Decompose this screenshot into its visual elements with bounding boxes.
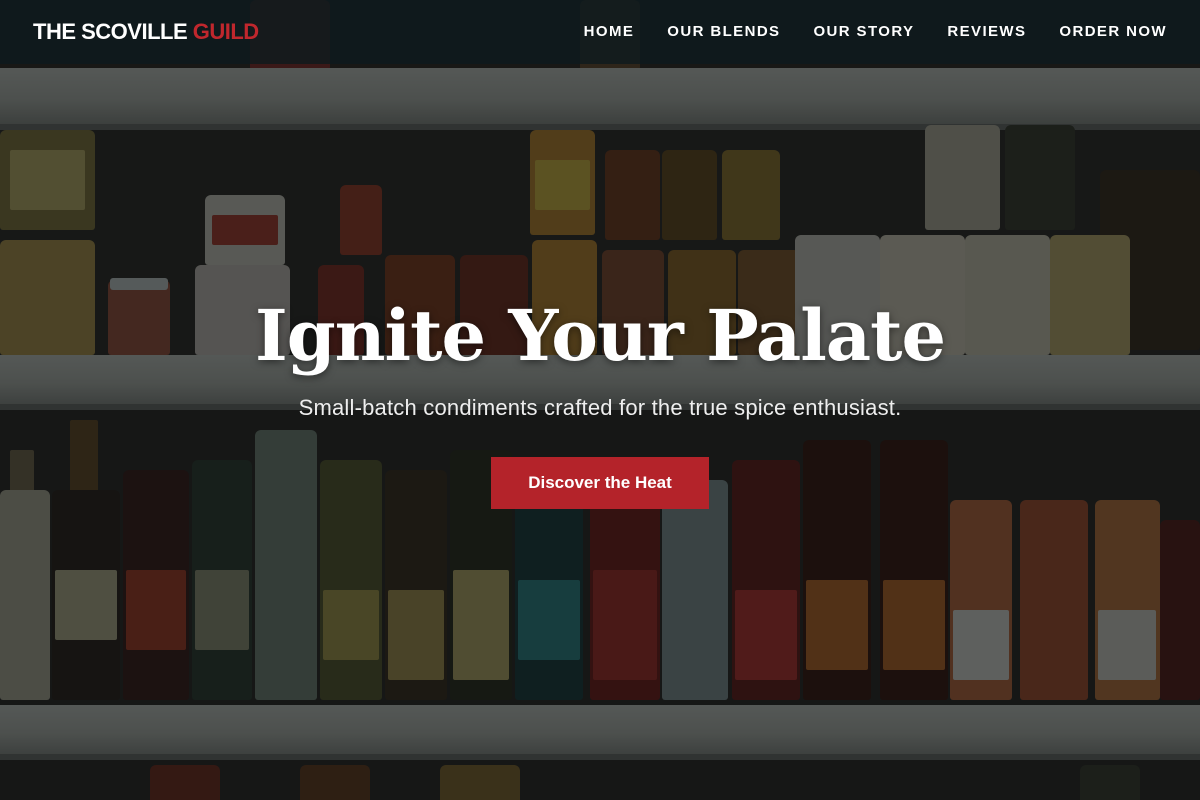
nav-item: OUR STORY [813,23,914,41]
nav-link-order-now[interactable]: ORDER NOW [1059,23,1167,40]
nav-item: REVIEWS [947,23,1026,41]
site-header: THE SCOVILLE GUILD HOME OUR BLENDS OUR S… [0,0,1200,64]
discover-the-heat-button[interactable]: Discover the Heat [491,457,709,509]
nav-item: HOME [584,23,635,41]
nav-item: OUR BLENDS [667,23,780,41]
hero-section: Ignite Your Palate Small-batch condiment… [0,64,1200,800]
nav-item: ORDER NOW [1059,23,1167,41]
brand-name-primary: THE SCOVILLE [33,19,188,44]
nav-link-home[interactable]: HOME [584,23,635,40]
nav-link-our-story[interactable]: OUR STORY [813,23,914,40]
main-navigation: HOME OUR BLENDS OUR STORY REVIEWS ORDER … [584,23,1167,41]
brand-name-accent: GUILD [192,19,259,44]
nav-link-reviews[interactable]: REVIEWS [947,23,1026,40]
nav-link-our-blends[interactable]: OUR BLENDS [667,23,780,40]
hero-subtitle: Small-batch condiments crafted for the t… [298,395,902,420]
hero-title: Ignite Your Palate [254,294,946,377]
brand-logo[interactable]: THE SCOVILLE GUILD [33,19,259,45]
